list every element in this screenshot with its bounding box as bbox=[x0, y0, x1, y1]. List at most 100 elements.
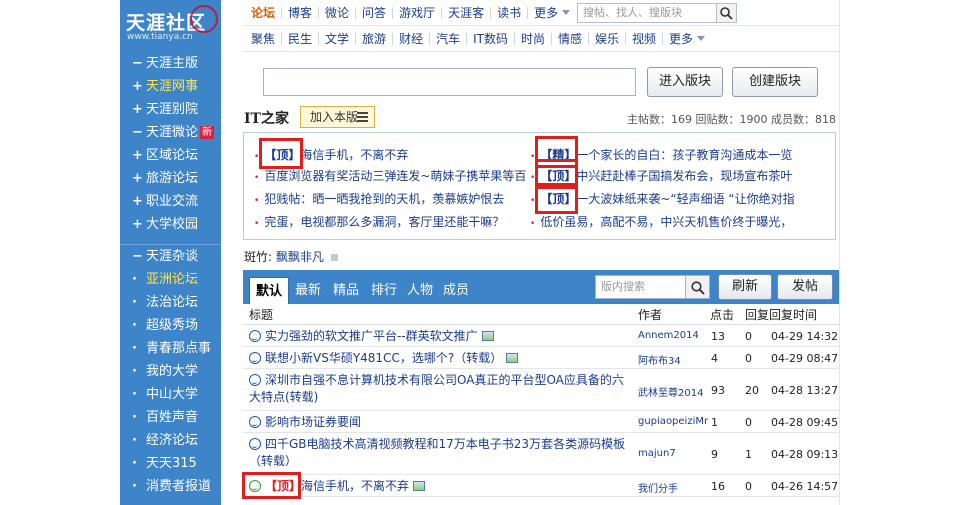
table-row[interactable]: 实力强劲的软文推广平台--群英软文推广 Annem2014 13 0 04-29 14:… bbox=[243, 325, 839, 347]
sidebar-item[interactable]: · 中山大学 bbox=[120, 383, 221, 406]
expand-toggle-icon[interactable]: · bbox=[132, 337, 146, 360]
sidebar-item[interactable]: − 天涯主版 bbox=[120, 52, 221, 75]
nav-link[interactable]: 问答 bbox=[356, 7, 394, 19]
sidebar-item[interactable]: · 亚洲论坛 bbox=[120, 268, 221, 291]
thread-title-cell[interactable]: 四千GB电脑技术高清视频教程和17万本电子书23万套各类源码模板（转载） bbox=[249, 436, 635, 470]
thread-author[interactable]: 武林至尊2014 bbox=[638, 384, 711, 399]
board-search-button[interactable] bbox=[686, 275, 710, 299]
expand-toggle-icon[interactable]: · bbox=[132, 429, 146, 452]
channel-link[interactable]: IT数码 bbox=[467, 33, 515, 45]
expand-toggle-icon[interactable]: + bbox=[132, 213, 146, 236]
thread-title-cell[interactable]: 实力强劲的软文推广平台--群英软文推广 bbox=[249, 328, 635, 345]
sidebar-item[interactable]: · 我的大学 bbox=[120, 360, 221, 383]
sidebar-item[interactable]: · 经济论坛 bbox=[120, 429, 221, 452]
sidebar-item[interactable]: · 消费者报道 bbox=[120, 475, 221, 498]
channel-link[interactable]: 民生 bbox=[282, 33, 320, 45]
table-row[interactable]: 【顶】海信手机，不离不弃 我们分手 16 0 04-26 14:57 bbox=[242, 472, 839, 499]
thread-title-cell[interactable]: 影响市场证券要闻 bbox=[249, 414, 635, 431]
board-search-input[interactable]: 版内搜索 bbox=[595, 275, 686, 299]
moderator-link[interactable]: 飘飘非凡 bbox=[276, 250, 324, 264]
tab-1[interactable]: 最新 bbox=[291, 277, 325, 304]
expand-toggle-icon[interactable]: − bbox=[132, 52, 146, 75]
join-board-button[interactable]: 加入本版 bbox=[300, 106, 375, 128]
channel-link[interactable]: 视频 bbox=[626, 33, 664, 45]
nav-link[interactable]: 微论 bbox=[319, 7, 357, 19]
sidebar-item[interactable]: − 天涯微论新 bbox=[120, 121, 221, 144]
channel-link[interactable]: 文学 bbox=[319, 33, 357, 45]
tianya-logo[interactable]: 天涯社区 www.tianya.cn bbox=[120, 0, 221, 48]
sidebar-item[interactable]: + 旅游论坛 bbox=[120, 167, 221, 190]
nav-link[interactable]: 论坛 bbox=[243, 7, 283, 19]
enter-board-button[interactable]: 进入版块 bbox=[647, 67, 723, 97]
expand-toggle-icon[interactable]: − bbox=[132, 245, 146, 268]
board-find-input[interactable] bbox=[263, 68, 636, 96]
sidebar-item[interactable]: + 职业交流 bbox=[120, 190, 221, 213]
sidebar-item[interactable]: + 天涯别院 bbox=[120, 98, 221, 121]
table-row[interactable]: 四千GB电脑技术高清视频教程和17万本电子书23万套各类源码模板（转载） maju… bbox=[243, 433, 839, 475]
expand-toggle-icon[interactable]: − bbox=[132, 121, 146, 144]
sidebar-item[interactable]: + 天涯网事 bbox=[120, 75, 221, 98]
expand-toggle-icon[interactable]: · bbox=[132, 360, 146, 383]
sidebar-item[interactable]: · 天天315 bbox=[120, 452, 221, 475]
expand-toggle-icon[interactable]: + bbox=[132, 190, 146, 213]
pinned-post[interactable]: • 犯贱帖：晒一晒我抢到的天机，羡慕嫉妒恨去 bbox=[254, 189, 530, 209]
nav-link[interactable]: 读书 bbox=[491, 7, 529, 19]
nav-link[interactable]: 博客 bbox=[282, 7, 320, 19]
channel-link[interactable]: 时尚 bbox=[515, 33, 552, 45]
thread-title-cell[interactable]: 【顶】海信手机，不离不弃 bbox=[249, 478, 635, 495]
sidebar-item[interactable]: − 天涯杂谈 bbox=[120, 245, 221, 268]
thread-title-cell[interactable]: 深圳市自强不息计算机技术有限公司OA真正的平台型OA应具备的六大特点(转载) bbox=[249, 372, 635, 406]
table-row[interactable]: 影响市场证券要闻 gupiaopeiziMr 1 0 04-28 09:45 bbox=[243, 411, 839, 433]
sidebar-item[interactable]: · 超级秀场 bbox=[120, 314, 221, 337]
expand-toggle-icon[interactable]: + bbox=[132, 98, 146, 121]
thread-author[interactable]: Annem2014 bbox=[638, 330, 711, 341]
sidebar-item[interactable]: · 法治论坛 bbox=[120, 291, 221, 314]
site-search-input[interactable]: 搜帖、找人、搜版块 bbox=[577, 3, 717, 23]
table-row[interactable]: 联想小新VS华硕Y481CC，选哪个?（转载） 阿布布34 4 0 04-29 08:4… bbox=[243, 347, 839, 369]
channel-link[interactable]: 财经 bbox=[393, 33, 431, 45]
channel-more-dropdown[interactable]: 更多 bbox=[663, 33, 711, 45]
channel-link[interactable]: 情感 bbox=[552, 33, 589, 45]
site-search-button[interactable] bbox=[717, 3, 737, 23]
thread-title[interactable]: 实力强劲的软文推广平台--群英软文推广 bbox=[265, 329, 478, 343]
thread-title[interactable]: 联想小新VS华硕Y481CC，选哪个?（转载） bbox=[265, 351, 502, 365]
expand-toggle-icon[interactable]: + bbox=[132, 144, 146, 167]
nav-more-dropdown[interactable]: 更多 bbox=[528, 7, 576, 19]
expand-toggle-icon[interactable]: · bbox=[132, 314, 146, 337]
pinned-post[interactable]: • 低价虽易，高配不易，中兴天机售价终于曝光， bbox=[530, 212, 830, 232]
thread-author[interactable]: majun7 bbox=[638, 448, 711, 459]
tab-3[interactable]: 排行 bbox=[367, 277, 401, 304]
expand-toggle-icon[interactable]: · bbox=[132, 291, 146, 314]
thread-title-cell[interactable]: 联想小新VS华硕Y481CC，选哪个?（转载） bbox=[249, 350, 635, 367]
thread-author[interactable]: 阿布布34 bbox=[638, 352, 711, 367]
channel-link[interactable]: 旅游 bbox=[356, 33, 394, 45]
thread-title[interactable]: 影响市场证券要闻 bbox=[265, 415, 361, 429]
tab-5[interactable]: 成员 bbox=[439, 277, 473, 304]
expand-toggle-icon[interactable]: · bbox=[132, 452, 146, 475]
expand-toggle-icon[interactable]: · bbox=[132, 475, 146, 498]
tab-4[interactable]: 人物 bbox=[403, 277, 437, 304]
tab-2[interactable]: 精品 bbox=[329, 277, 363, 304]
tab-0[interactable]: 默认 bbox=[249, 277, 289, 304]
thread-title[interactable]: 海信手机，不离不弃 bbox=[301, 479, 409, 493]
expand-toggle-icon[interactable]: · bbox=[132, 383, 146, 406]
expand-toggle-icon[interactable]: + bbox=[132, 167, 146, 190]
pinned-post[interactable]: • 完蛋，电视都那么多漏洞，客厅里还能干嘛？ bbox=[254, 212, 530, 232]
create-board-button[interactable]: 创建版块 bbox=[732, 67, 818, 97]
expand-toggle-icon[interactable]: · bbox=[132, 406, 146, 429]
thread-author[interactable]: 我们分手 bbox=[638, 480, 711, 495]
sidebar-item[interactable]: · 百姓声音 bbox=[120, 406, 221, 429]
sidebar-item[interactable]: + 大学校园 bbox=[120, 213, 221, 236]
sidebar-item[interactable]: + 区域论坛 bbox=[120, 144, 221, 167]
thread-title[interactable]: 四千GB电脑技术高清视频教程和17万本电子书23万套各类源码模板（转载） bbox=[249, 437, 625, 468]
channel-link[interactable]: 娱乐 bbox=[589, 33, 627, 45]
pinned-post[interactable]: • 百度浏览器有奖活动三弹连发~萌妹子携苹果等百 bbox=[254, 166, 530, 186]
channel-link[interactable]: 汽车 bbox=[430, 33, 468, 45]
expand-toggle-icon[interactable]: + bbox=[132, 75, 146, 98]
new-post-button[interactable]: 发帖 bbox=[777, 274, 833, 300]
channel-link[interactable]: 聚焦 bbox=[243, 33, 283, 45]
thread-title[interactable]: 深圳市自强不息计算机技术有限公司OA真正的平台型OA应具备的六大特点(转载) bbox=[249, 373, 624, 404]
thread-author[interactable]: gupiaopeiziMr bbox=[638, 416, 711, 427]
nav-link[interactable]: 游戏厅 bbox=[393, 7, 443, 19]
refresh-button[interactable]: 刷新 bbox=[718, 274, 772, 300]
